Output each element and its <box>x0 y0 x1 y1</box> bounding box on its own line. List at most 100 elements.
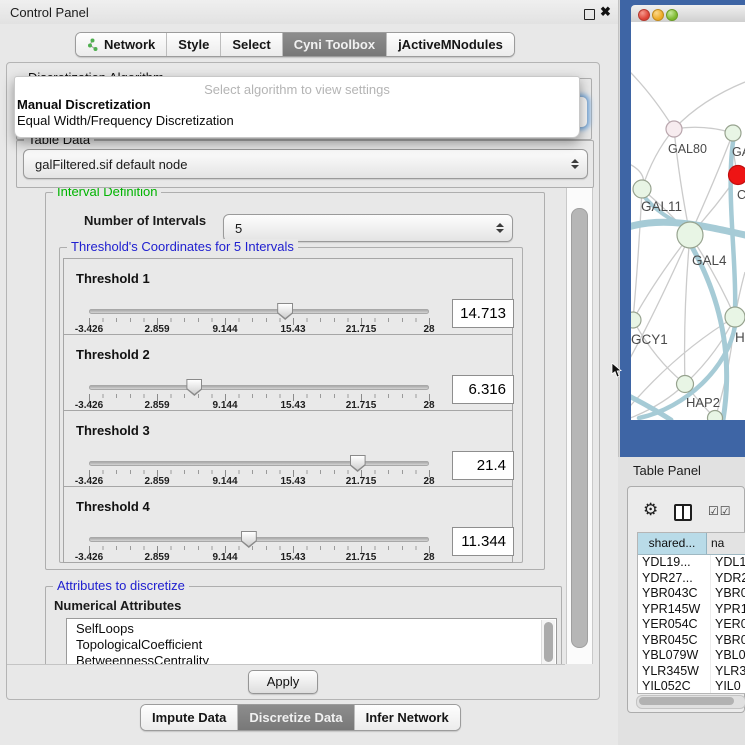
threshold-row-1: Threshold 1 -3.426 2.859 9.144 15.43 <box>63 258 513 335</box>
scrollbar-thumb[interactable] <box>544 622 553 662</box>
slider-track[interactable] <box>89 537 429 542</box>
control-panel: Control Panel ✖ Network Style Select Cyn… <box>0 0 619 745</box>
table-row[interactable]: YBR045CYBR0 <box>638 633 745 649</box>
table-panel-title: Table Panel <box>633 463 701 478</box>
node-right[interactable] <box>725 307 745 327</box>
threshold-slider-3[interactable]: -3.426 2.859 9.144 15.43 21.715 28 <box>89 453 429 486</box>
apply-button[interactable]: Apply <box>248 670 318 694</box>
num-intervals-value: 5 <box>224 221 242 236</box>
table-horizontal-scrollbar[interactable] <box>636 695 745 709</box>
columns-icon[interactable] <box>674 504 692 521</box>
threshold-slider-4[interactable]: -3.426 2.859 9.144 15.43 21.715 28 <box>89 529 429 562</box>
top-tab-bar: Network Style Select Cyni Toolbox jActiv… <box>75 32 515 57</box>
tab-style[interactable]: Style <box>167 33 221 56</box>
checkbox-icons[interactable]: ☑☑ <box>708 504 732 518</box>
node-hap2[interactable] <box>677 376 694 393</box>
threshold-slider-1[interactable]: -3.426 2.859 9.144 15.43 21.715 28 <box>89 301 429 334</box>
slider-track[interactable] <box>89 461 429 466</box>
float-window-icon[interactable] <box>584 9 595 20</box>
tab-infer-network[interactable]: Infer Network <box>355 705 460 730</box>
tab-impute-data[interactable]: Impute Data <box>141 705 238 730</box>
table-row[interactable]: YER054CYER0 <box>638 617 745 633</box>
close-traffic-light[interactable] <box>638 9 650 21</box>
threshold-label: Threshold 1 <box>76 271 150 286</box>
num-intervals-combobox[interactable]: 5 <box>223 214 513 242</box>
node-top-right[interactable] <box>725 125 741 141</box>
close-icon[interactable]: ✖ <box>600 4 611 20</box>
scrollbar-thumb[interactable] <box>571 208 588 648</box>
threshold-value-field[interactable]: 11.344 <box>452 527 514 556</box>
tab-discretize-data[interactable]: Discretize Data <box>238 705 354 730</box>
slider-track[interactable] <box>89 385 429 390</box>
table-row[interactable]: YBL079WYBL0 <box>638 648 745 664</box>
column-header-name[interactable]: na <box>707 533 745 554</box>
group-title: Interval Definition <box>53 188 161 199</box>
tab-select[interactable]: Select <box>221 33 282 56</box>
tab-network[interactable]: Network <box>76 33 167 56</box>
threshold-label: Threshold 4 <box>76 499 150 514</box>
threshold-value-field[interactable]: 21.4 <box>452 451 514 480</box>
tab-jactivemnodules[interactable]: jActiveMNodules <box>387 33 514 56</box>
list-item[interactable]: TopologicalCoefficient <box>67 637 556 653</box>
threshold-rows: Threshold 1 -3.426 2.859 9.144 15.43 <box>63 259 513 563</box>
panel-title: Control Panel <box>10 5 89 20</box>
node-bottom[interactable] <box>708 411 723 421</box>
scrollbar-thumb[interactable] <box>639 697 734 705</box>
algorithm-dropdown-popup: Select algorithm to view settings Manual… <box>14 76 580 138</box>
list-item[interactable]: BetweennessCentrality <box>67 653 556 665</box>
attribute-table[interactable]: shared... na YDL19...YDL1 YDR27...YDR2 Y… <box>637 532 745 694</box>
threshold-value-field[interactable]: 14.713 <box>452 299 514 328</box>
minimize-traffic-light[interactable] <box>652 9 664 21</box>
dropdown-option-manual[interactable]: Manual Discretization <box>15 97 579 113</box>
zoom-traffic-light[interactable] <box>666 9 678 21</box>
node-gal4[interactable] <box>677 222 703 248</box>
threshold-row-2: Threshold 2 -3.426 2.859 9.144 15.43 <box>63 334 513 411</box>
node-label: GAL11 <box>641 199 682 214</box>
interval-definition-group: Interval Definition Number of Intervals … <box>45 192 545 570</box>
list-scrollbar[interactable] <box>541 620 555 665</box>
combo-stepper-icon <box>496 223 504 233</box>
node-selected-red[interactable] <box>729 166 745 185</box>
table-row[interactable]: YIL052CYIL0 <box>638 679 745 694</box>
attributes-list[interactable]: SelfLoops TopologicalCoefficient Between… <box>66 618 557 665</box>
gear-icon[interactable]: ⚙ <box>643 500 658 520</box>
network-canvas[interactable]: GAL80 GA C GAL11 GAL4 GCY1 H HAP2 <box>631 22 745 420</box>
list-item[interactable]: SelfLoops <box>67 619 556 637</box>
threshold-slider-2[interactable]: -3.426 2.859 9.144 15.43 21.715 28 <box>89 377 429 410</box>
threshold-label: Threshold 2 <box>76 347 150 362</box>
network-icon <box>87 38 99 51</box>
node-label: C <box>737 188 745 202</box>
table-panel: Table Panel ⚙ ☑☑ shared... na YDL19...YD… <box>618 457 745 745</box>
table-row[interactable]: YDR27...YDR2 <box>638 571 745 587</box>
table-row[interactable]: YBR043CYBR0 <box>638 586 745 602</box>
bottom-tab-bar: Impute Data Discretize Data Infer Networ… <box>140 704 461 731</box>
threshold-value-field[interactable]: 6.316 <box>452 375 514 404</box>
table-data-combobox[interactable]: galFiltered.sif default node <box>23 149 588 179</box>
node-label: GA <box>732 145 745 159</box>
slider-track[interactable] <box>89 309 429 314</box>
mouse-cursor <box>611 363 622 378</box>
dropdown-option-equal-width[interactable]: Equal Width/Frequency Discretization <box>15 113 579 129</box>
table-row[interactable]: YPR145WYPR1 <box>638 602 745 618</box>
table-data-value: galFiltered.sif default node <box>24 157 187 172</box>
node-label: GCY1 <box>631 332 668 347</box>
network-window-titlebar[interactable] <box>631 5 745 23</box>
node-label: H <box>735 330 745 345</box>
main-scrollbar[interactable] <box>566 188 593 664</box>
threshold-coordinates-group: Threshold's Coordinates for 5 Intervals … <box>59 247 523 563</box>
table-header-row: shared... na <box>638 533 745 555</box>
node-gal80[interactable] <box>666 121 682 137</box>
threshold-label: Threshold 3 <box>76 423 150 438</box>
settings-viewport: Interval Definition Number of Intervals … <box>7 188 565 665</box>
network-view-window[interactable]: GAL80 GA C GAL11 GAL4 GCY1 H HAP2 <box>620 0 745 457</box>
node-gcy1[interactable] <box>631 312 641 328</box>
table-row[interactable]: YDL19...YDL1 <box>638 555 745 571</box>
tab-network-label: Network <box>104 33 155 56</box>
tab-cyni-toolbox[interactable]: Cyni Toolbox <box>283 33 387 56</box>
dropdown-hint: Select algorithm to view settings <box>15 82 579 97</box>
column-header-shared[interactable]: shared... <box>638 533 707 554</box>
node-label: HAP2 <box>686 395 720 410</box>
table-row[interactable]: YLR345WYLR3 <box>638 664 745 680</box>
node-gal11[interactable] <box>633 180 651 198</box>
node-label: GAL80 <box>668 142 707 156</box>
